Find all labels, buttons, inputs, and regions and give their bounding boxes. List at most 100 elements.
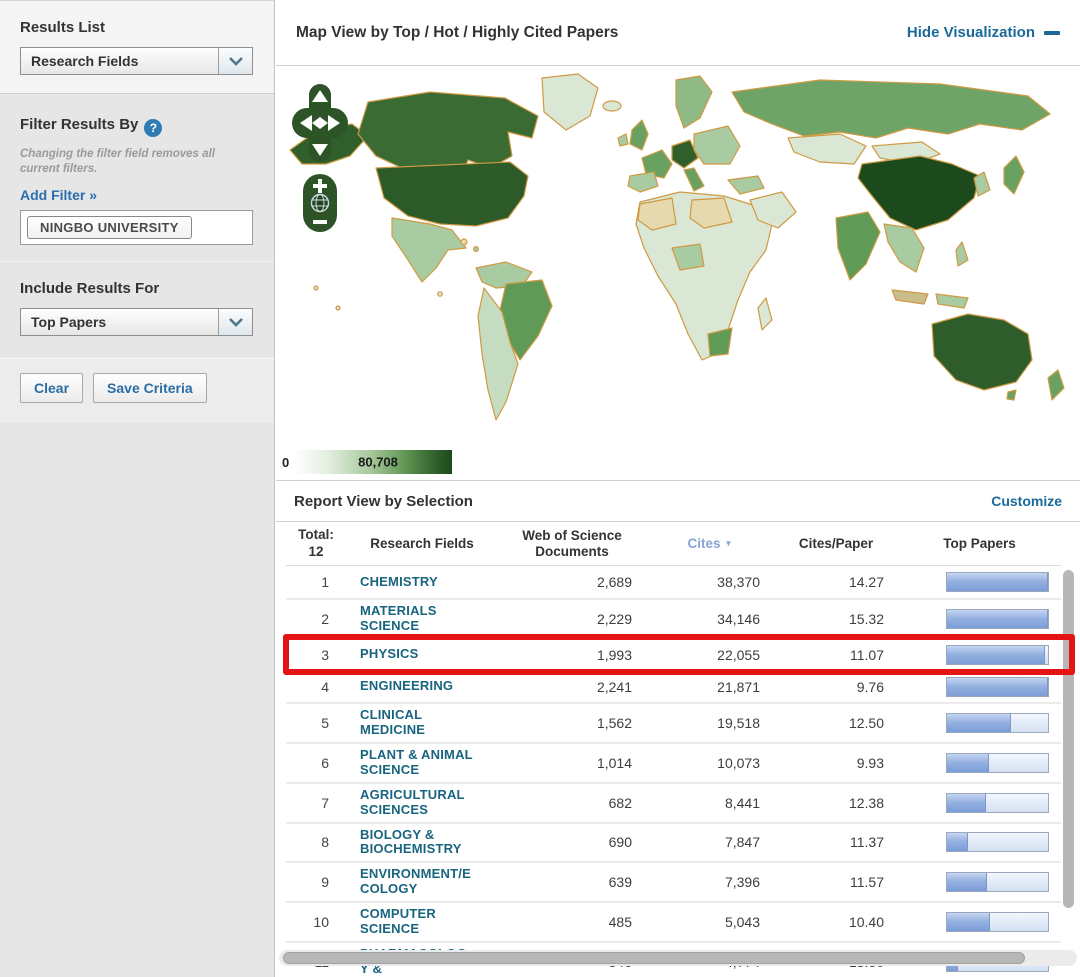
report-view-header: Report View by Selection Customize (276, 480, 1080, 522)
hide-visualization-link[interactable]: Hide Visualization (907, 24, 1060, 41)
cites-per-paper-value: 12.50 (774, 708, 898, 738)
top-papers-bar (946, 872, 1049, 892)
top-papers-bar-fill (947, 714, 1011, 732)
row-rank: 8 (286, 827, 346, 857)
help-icon[interactable]: ? (144, 119, 162, 137)
results-list-section: Results List Research Fields (0, 0, 274, 94)
top-papers-bar-fill (947, 913, 990, 931)
vertical-scrollbar-thumb[interactable] (1063, 570, 1074, 908)
wos-documents-value: 2,229 (498, 604, 646, 634)
save-criteria-button[interactable]: Save Criteria (93, 373, 207, 403)
research-field-link[interactable]: CHEMISTRY (360, 575, 438, 590)
row-top-papers-cell (898, 907, 1061, 937)
sort-descending-icon: ▼ (725, 539, 733, 548)
filter-results-label: Filter Results By (20, 116, 138, 133)
cites-per-paper-value: 11.37 (774, 827, 898, 857)
zoom-control (303, 174, 337, 232)
include-results-select[interactable]: Top Papers (20, 308, 253, 336)
column-header-cites-per-paper[interactable]: Cites/Paper (774, 536, 898, 552)
column-header-cites[interactable]: Cites▼ (646, 536, 774, 552)
top-papers-bar-fill (947, 873, 987, 891)
table-header-row: Total: 12 Research Fields Web of Science… (286, 522, 1061, 566)
row-rank: 6 (286, 748, 346, 778)
criteria-actions-section: Clear Save Criteria (0, 358, 274, 423)
total-label: Total: (286, 527, 346, 543)
world-choropleth-map[interactable] (280, 72, 1075, 432)
results-list-selected-value: Research Fields (21, 53, 218, 69)
cites-value: 7,396 (646, 867, 774, 897)
row-top-papers-cell (898, 748, 1061, 778)
main-content: Map View by Top / Hot / Highly Cited Pap… (276, 0, 1080, 977)
chevron-down-icon[interactable] (218, 48, 252, 74)
row-field-cell: MATERIALS SCIENCE (346, 600, 498, 638)
top-papers-bar (946, 832, 1049, 852)
row-top-papers-cell (898, 827, 1061, 857)
results-list-select[interactable]: Research Fields (20, 47, 253, 75)
research-field-link[interactable]: MATERIALS SCIENCE (360, 604, 437, 634)
row-field-cell: BIOLOGY & BIOCHEMISTRY (346, 824, 498, 862)
cites-value: 22,055 (646, 640, 774, 670)
wos-documents-value: 2,241 (498, 672, 646, 702)
globe-icon (312, 195, 329, 212)
research-field-link[interactable]: COMPUTER SCIENCE (360, 907, 436, 937)
essential-science-indicators-app: Results List Research Fields Filter Resu… (0, 0, 1080, 977)
top-papers-bar-fill (947, 754, 989, 772)
horizontal-scrollbar-thumb[interactable] (283, 952, 1025, 964)
include-results-heading: Include Results For (20, 280, 254, 297)
cites-value: 19,518 (646, 708, 774, 738)
row-top-papers-cell (898, 567, 1061, 597)
customize-link[interactable]: Customize (991, 493, 1062, 509)
wos-documents-value: 682 (498, 788, 646, 818)
clear-button[interactable]: Clear (20, 373, 83, 403)
map-view-header: Map View by Top / Hot / Highly Cited Pap… (276, 0, 1080, 66)
wos-documents-value: 2,689 (498, 567, 646, 597)
research-field-link[interactable]: PLANT & ANIMAL SCIENCE (360, 748, 473, 778)
research-field-link[interactable]: CLINICAL MEDICINE (360, 708, 425, 738)
top-papers-bar-fill (947, 610, 1048, 628)
cites-value: 21,871 (646, 672, 774, 702)
wos-documents-value: 690 (498, 827, 646, 857)
legend-min-value: 0 (282, 455, 289, 470)
column-header-wos-documents[interactable]: Web of Science Documents (498, 528, 646, 559)
research-field-link[interactable]: ENVIRONMENT/E COLOGY (360, 867, 471, 897)
cites-value: 7,847 (646, 827, 774, 857)
top-papers-bar-fill (947, 646, 1045, 664)
table-row: 9 ENVIRONMENT/E COLOGY 639 7,396 11.57 (286, 861, 1061, 901)
cites-value: 10,073 (646, 748, 774, 778)
row-field-cell: PLANT & ANIMAL SCIENCE (346, 744, 498, 782)
cites-per-paper-value: 11.57 (774, 867, 898, 897)
research-field-link[interactable]: ENGINEERING (360, 679, 453, 694)
row-field-cell: COMPUTER SCIENCE (346, 903, 498, 941)
top-papers-bar (946, 572, 1049, 592)
wos-documents-value: 1,993 (498, 640, 646, 670)
table-row: 1 CHEMISTRY 2,689 38,370 14.27 (286, 566, 1061, 598)
research-field-link[interactable]: AGRICULTURAL SCIENCES (360, 788, 465, 818)
top-papers-bar (946, 753, 1049, 773)
table-row: 5 CLINICAL MEDICINE 1,562 19,518 12.50 (286, 702, 1061, 742)
row-rank: 10 (286, 907, 346, 937)
map-controls[interactable] (292, 84, 348, 239)
chevron-down-icon[interactable] (218, 309, 252, 335)
research-field-link[interactable]: PHYSICS (360, 647, 418, 662)
total-count-header: Total: 12 (286, 527, 346, 559)
table-row: 8 BIOLOGY & BIOCHEMISTRY 690 7,847 11.37 (286, 822, 1061, 862)
column-header-top-papers[interactable]: Top Papers (898, 536, 1061, 552)
wos-documents-value: 485 (498, 907, 646, 937)
total-value: 12 (286, 544, 346, 560)
sidebar: Results List Research Fields Filter Resu… (0, 0, 275, 977)
research-field-link[interactable]: BIOLOGY & BIOCHEMISTRY (360, 828, 462, 858)
filter-chip-ningbo-university[interactable]: NINGBO UNIVERSITY (27, 216, 192, 239)
row-field-cell: ENVIRONMENT/E COLOGY (346, 863, 498, 901)
row-rank: 9 (286, 867, 346, 897)
top-papers-bar (946, 793, 1049, 813)
table-row: 6 PLANT & ANIMAL SCIENCE 1,014 10,073 9.… (286, 742, 1061, 782)
row-top-papers-cell (898, 867, 1061, 897)
add-filter-link[interactable]: Add Filter » (20, 187, 97, 203)
column-header-research-fields[interactable]: Research Fields (346, 536, 498, 552)
filter-results-heading: Filter Results By? (20, 116, 254, 137)
top-papers-bar (946, 713, 1049, 733)
legend-gradient-bar: 80,708 (294, 450, 452, 474)
table-row: 2 MATERIALS SCIENCE 2,229 34,146 15.32 (286, 598, 1061, 638)
cites-per-paper-value: 14.27 (774, 567, 898, 597)
zoom-out-icon (313, 220, 327, 224)
